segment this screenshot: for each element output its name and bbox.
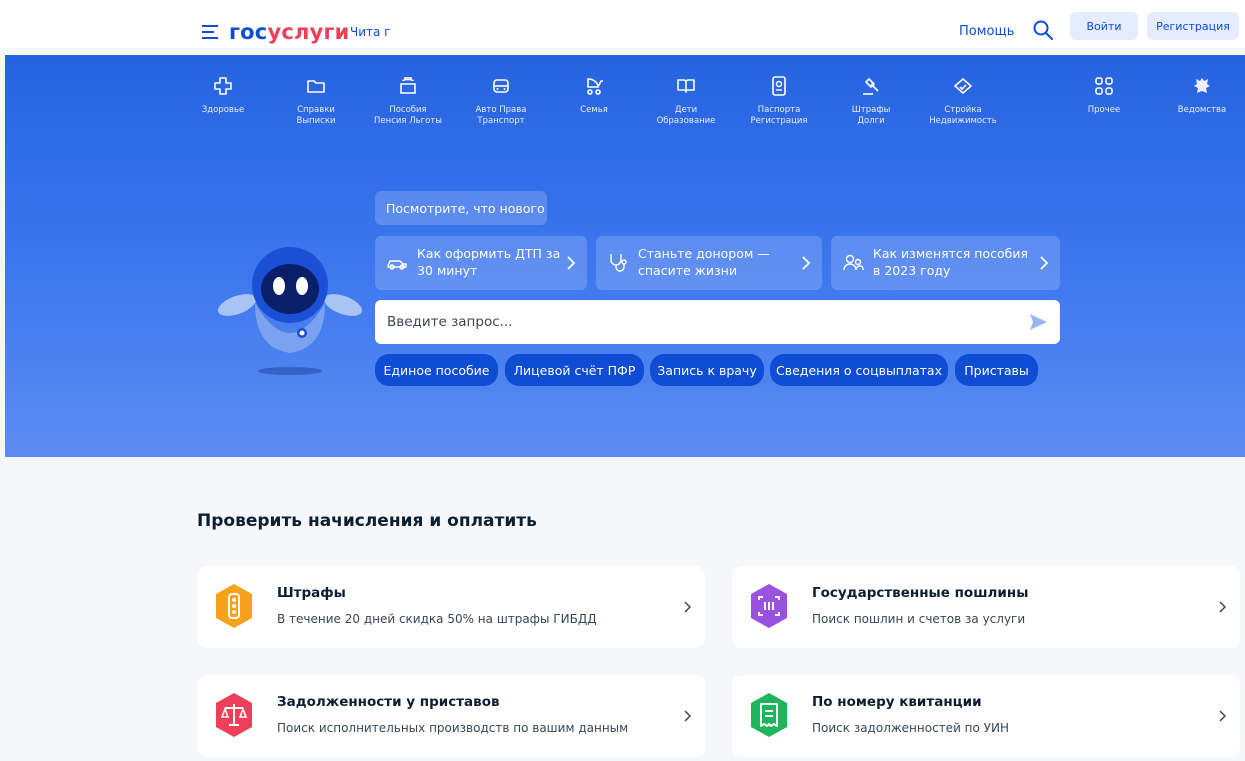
story-card[interactable]: Как оформить ДТП за 30 минут (375, 236, 587, 290)
section-title: Проверить начисления и оплатить (197, 511, 537, 531)
quick-link-social-payments[interactable]: Сведения о соцвыплатах (770, 354, 948, 386)
passport-icon (772, 76, 786, 96)
card-title: По номеру квитанции (812, 694, 982, 710)
traffic-light-icon (216, 584, 252, 628)
category-health[interactable]: Здоровье (178, 75, 268, 116)
car-crash-icon (387, 260, 407, 270)
category-auto[interactable]: Авто Права Транспорт (456, 75, 546, 127)
card-state-duties[interactable]: Государственные пошлины Поиск пошлин и с… (732, 566, 1240, 648)
story-text: Как изменятся пособия в 2023 году (873, 246, 1028, 278)
card-bailiff-debts[interactable]: Задолженности у приставов Поиск исполнит… (197, 675, 705, 757)
story-text: Станьте донором — спасите жизни (638, 246, 770, 278)
card-receipt-number[interactable]: По номеру квитанции Поиск задолженностей… (732, 675, 1240, 757)
quick-link-bailiffs[interactable]: Приставы (955, 354, 1038, 386)
category-realty[interactable]: Стройка Недвижимость (918, 75, 1008, 127)
card-subtitle: Поиск исполнительных производств по ваши… (277, 721, 629, 735)
gavel-icon (863, 78, 879, 95)
top-header: госуслуги Чита г Помощь Войти Регистраци… (0, 0, 1245, 48)
send-arrow-icon[interactable] (1028, 312, 1048, 332)
card-subtitle: Поиск задолженностей по УИН (812, 721, 1009, 735)
card-subtitle: Поиск пошлин и счетов за услуги (812, 612, 1026, 626)
whats-new-button[interactable]: Посмотрите, что нового (375, 191, 547, 225)
help-link[interactable]: Помощь (959, 24, 1014, 39)
register-button[interactable]: Регистрация (1147, 12, 1239, 40)
chevron-right-icon (1219, 601, 1226, 613)
health-cross-icon (214, 77, 232, 95)
search-bar (375, 300, 1060, 344)
story-card[interactable]: Станьте донором — спасите жизни (596, 236, 822, 290)
chevron-right-icon (802, 256, 810, 270)
chevron-right-icon (684, 601, 691, 613)
category-children[interactable]: Дети Образование (641, 75, 731, 127)
emblem-icon (1194, 78, 1210, 93)
stroller-icon (587, 78, 603, 95)
card-title: Задолженности у приставов (277, 694, 500, 710)
category-benefits[interactable]: Пособия Пенсия Льготы (363, 75, 453, 127)
category-fines[interactable]: Штрафы Долги (826, 75, 916, 127)
category-passports[interactable]: Паспорта Регистрация (734, 75, 824, 127)
stethoscope-icon (610, 254, 627, 272)
category-certificates[interactable]: Справки Выписки (271, 75, 361, 127)
category-agencies[interactable]: Ведомства (1157, 75, 1245, 116)
card-title: Штрафы (277, 585, 346, 601)
search-icon[interactable] (1032, 19, 1054, 41)
hero-banner: Здоровье Справки Выписки Пособия Пенсия Ль… (5, 55, 1245, 457)
barcode-scan-icon (751, 584, 787, 628)
card-title: Государственные пошлины (812, 585, 1029, 601)
book-icon (677, 79, 695, 93)
folder-icon (307, 80, 325, 93)
story-text: Как оформить ДТП за 30 минут (417, 246, 561, 278)
chevron-right-icon (684, 710, 691, 722)
chevron-right-icon (1040, 256, 1048, 270)
card-fines[interactable]: Штрафы В течение 20 дней скидка 50% на ш… (197, 566, 705, 648)
scales-icon (216, 693, 252, 737)
card-subtitle: В течение 20 дней скидка 50% на штрафы Г… (277, 612, 597, 626)
grid-icon (1095, 77, 1113, 95)
search-input[interactable] (387, 300, 987, 344)
people-icon (843, 254, 864, 271)
category-other[interactable]: Прочее (1059, 75, 1149, 116)
category-family[interactable]: Семья (549, 75, 639, 116)
robot-mascot (217, 247, 363, 375)
login-button[interactable]: Войти (1070, 12, 1138, 40)
quick-link-unified-benefit[interactable]: Единое пособие (375, 354, 498, 386)
logo[interactable]: госуслуги (229, 20, 350, 44)
chevron-right-icon (567, 256, 575, 270)
quick-link-doctor-appointment[interactable]: Запись к врачу (650, 354, 764, 386)
house-icon (954, 78, 972, 94)
wallet-icon (400, 77, 416, 94)
city-selector[interactable]: Чита г (350, 25, 391, 39)
receipt-icon (751, 693, 787, 737)
story-card[interactable]: Как изменятся пособия в 2023 году (831, 236, 1060, 290)
menu-icon[interactable] (202, 25, 220, 39)
category-nav: Здоровье Справки Выписки Пособия Пенсия Ль… (5, 75, 1245, 155)
quick-link-pfr-account[interactable]: Лицевой счёт ПФР (505, 354, 644, 386)
car-icon (493, 79, 509, 93)
chevron-right-icon (1219, 710, 1226, 722)
